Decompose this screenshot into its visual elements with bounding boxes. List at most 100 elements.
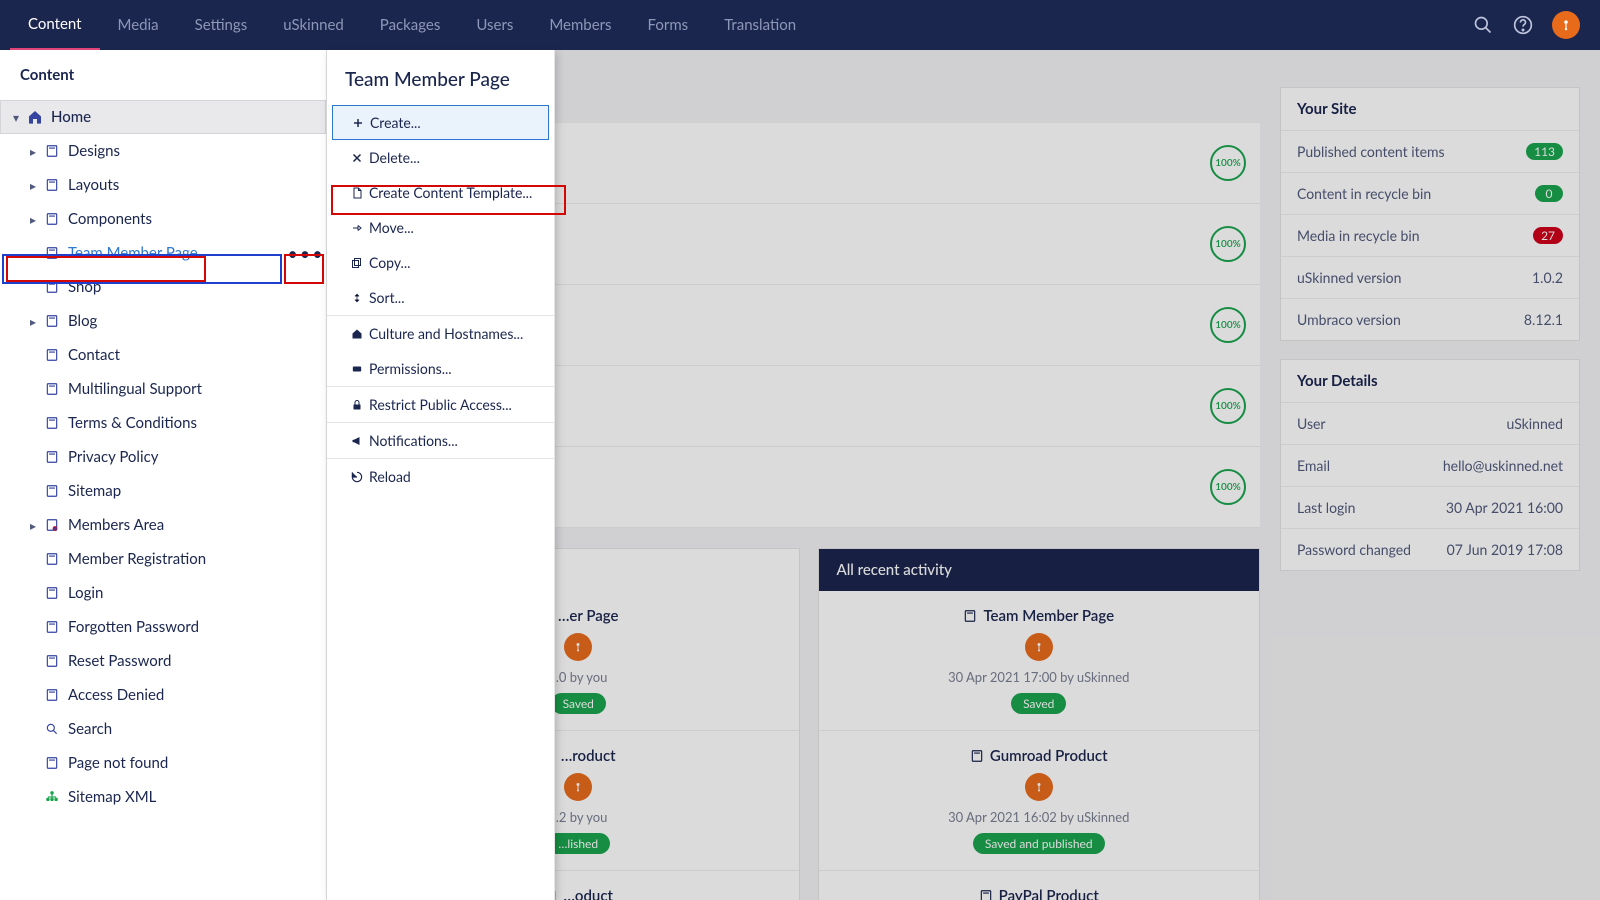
tree-item-label: Blog [68, 312, 326, 330]
topnav-item-content[interactable]: Content [10, 0, 100, 50]
activity-date: 30 Apr 2021 17:00 by uSkinned [829, 669, 1250, 685]
megaphone-icon [345, 435, 369, 447]
content-tree-sidebar: Content ▾ Home ▸Designs▸Layouts▸Componen… [0, 50, 327, 900]
topnav-item-packages[interactable]: Packages [362, 0, 459, 50]
tree-item-multilingual-support[interactable]: Multilingual Support [0, 372, 326, 406]
your-site-row[interactable]: Media in recycle bin27 [1281, 215, 1579, 257]
topnav-item-translation[interactable]: Translation [706, 0, 814, 50]
tree-item-label: Multilingual Support [68, 380, 326, 398]
tree-item-forgotten-password[interactable]: Forgotten Password [0, 610, 326, 644]
context-menu-create[interactable]: Create... [332, 105, 549, 140]
context-menu-notifications[interactable]: Notifications... [327, 423, 554, 458]
tree-item-search[interactable]: Search [0, 712, 326, 746]
tree-item-label: Search [68, 720, 326, 738]
tree-item-member-registration[interactable]: Member Registration [0, 542, 326, 576]
your-site-row[interactable]: Content in recycle bin0 [1281, 173, 1579, 215]
document-icon [42, 178, 62, 192]
context-menu-move[interactable]: Move... [327, 210, 554, 245]
activity-avatar [564, 633, 592, 661]
tree-item-privacy-policy[interactable]: Privacy Policy [0, 440, 326, 474]
tree-item-blog[interactable]: ▸ Blog [0, 304, 326, 338]
topnav-item-users[interactable]: Users [458, 0, 531, 50]
caret-icon[interactable]: ▸ [26, 314, 40, 329]
tree-item-label: Login [68, 584, 326, 602]
tree-item-team-member-page[interactable]: Team Member Page••• [0, 236, 326, 270]
your-site-label: Published content items [1297, 143, 1445, 160]
tree-item-components[interactable]: ▸Components [0, 202, 326, 236]
topnav-item-settings[interactable]: Settings [177, 0, 266, 50]
tree-item-terms-conditions[interactable]: Terms & Conditions [0, 406, 326, 440]
context-menu-label: Create... [370, 114, 421, 131]
tree-item-actions-button[interactable]: ••• [292, 242, 320, 264]
user-avatar[interactable] [1552, 11, 1580, 39]
caret-icon[interactable]: ▸ [26, 144, 40, 159]
caret-icon[interactable]: ▸ [26, 212, 40, 227]
tree-item-access-denied[interactable]: Access Denied [0, 678, 326, 712]
topnav-item-members[interactable]: Members [531, 0, 629, 50]
topbar: ContentMediaSettingsuSkinnedPackagesUser… [0, 0, 1600, 50]
tree-item-page-not-found[interactable]: Page not found [0, 746, 326, 780]
tree-root-label: Home [51, 108, 325, 126]
tree-item-shop[interactable]: Shop [0, 270, 326, 304]
context-menu-label: Delete... [369, 149, 420, 166]
health-score-ring: 100% [1210, 469, 1246, 505]
activity-item[interactable]: Gumroad Product30 Apr 2021 16:02 by uSki… [819, 731, 1260, 871]
activity-avatar [564, 773, 592, 801]
document-icon [42, 382, 62, 396]
activity-item[interactable]: PayPal Product [819, 871, 1260, 900]
home-icon [25, 109, 45, 125]
context-menu-permissions[interactable]: Permissions... [327, 351, 554, 386]
tree-item-login[interactable]: Login [0, 576, 326, 610]
topnav-item-media[interactable]: Media [100, 0, 177, 50]
your-details-row: UseruSkinned [1281, 403, 1579, 445]
help-icon[interactable] [1512, 14, 1534, 36]
tree-item-layouts[interactable]: ▸Layouts [0, 168, 326, 202]
context-menu-culture-and-hostnames[interactable]: Culture and Hostnames... [327, 316, 554, 351]
tree-item-label: Privacy Policy [68, 448, 326, 466]
move-icon [345, 222, 369, 234]
document-icon [42, 246, 62, 260]
activity-item[interactable]: Team Member Page 30 Apr 2021 17:00 by uSk… [819, 591, 1260, 731]
activity-avatar [1025, 773, 1053, 801]
context-menu-create-content-template[interactable]: Create Content Template... [327, 175, 554, 210]
tree-item-contact[interactable]: Contact [0, 338, 326, 372]
context-menu-reload[interactable]: Reload [327, 459, 554, 494]
your-site-card: Your Site Published content items113Cont… [1280, 87, 1580, 341]
topnav-item-forms[interactable]: Forms [630, 0, 707, 50]
context-menu-copy[interactable]: Copy... [327, 245, 554, 280]
tree-item-sitemap[interactable]: Sitemap [0, 474, 326, 508]
your-site-row[interactable]: Published content items113 [1281, 131, 1579, 173]
topnav-item-uskinned[interactable]: uSkinned [265, 0, 362, 50]
your-site-value: 27 [1533, 227, 1563, 244]
status-badge: Saved and published [973, 833, 1105, 854]
tree-item-designs[interactable]: ▸Designs [0, 134, 326, 168]
caret-down-icon[interactable]: ▾ [9, 110, 23, 125]
caret-icon[interactable]: ▸ [26, 518, 40, 533]
activity-title: Team Member Page [829, 607, 1250, 625]
context-menu-restrict-public-access[interactable]: Restrict Public Access... [327, 387, 554, 422]
context-menu: Team Member Page Create...Delete...Creat… [327, 50, 555, 900]
document-icon [42, 586, 62, 600]
reload-icon [345, 470, 369, 484]
document-icon [42, 484, 62, 498]
your-site-label: Content in recycle bin [1297, 185, 1431, 202]
tree-item-sitemap-xml[interactable]: Sitemap XML [0, 780, 326, 814]
search-icon [42, 722, 62, 736]
document-icon [42, 654, 62, 668]
your-site-value: 1.0.2 [1532, 269, 1563, 286]
context-menu-delete[interactable]: Delete... [327, 140, 554, 175]
file-icon [345, 186, 369, 200]
context-menu-sort[interactable]: Sort... [327, 280, 554, 315]
activity-date: 30 Apr 2021 16:02 by uSkinned [829, 809, 1250, 825]
search-icon[interactable] [1472, 14, 1494, 36]
your-details-header: Your Details [1281, 360, 1579, 403]
topbar-right [1472, 11, 1590, 39]
caret-icon[interactable]: ▸ [26, 178, 40, 193]
tree-root-home[interactable]: ▾ Home [0, 100, 326, 134]
document-icon [979, 889, 993, 900]
context-menu-label: Move... [369, 219, 414, 236]
tree-item-members-area[interactable]: ▸Members Area [0, 508, 326, 542]
your-details-card: Your Details UseruSkinnedEmailhello@uski… [1280, 359, 1580, 571]
tree-item-reset-password[interactable]: Reset Password [0, 644, 326, 678]
sort-icon [345, 291, 369, 305]
